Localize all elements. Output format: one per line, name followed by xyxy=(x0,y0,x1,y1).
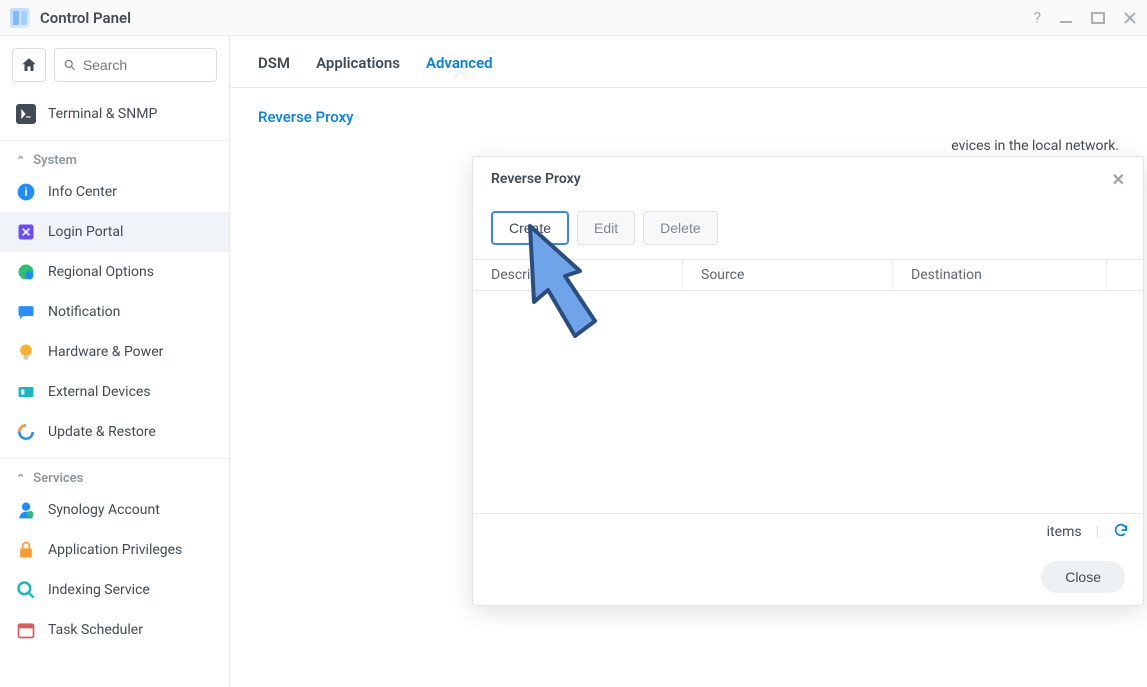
sidebar-item-label: Terminal & SNMP xyxy=(48,106,157,122)
tab-dsm[interactable]: DSM xyxy=(258,54,290,87)
section-description: evices in the local network. xyxy=(258,138,1119,154)
sidebar-item-regional-options[interactable]: Regional Options xyxy=(0,252,229,292)
search-icon xyxy=(63,57,77,73)
sidebar: Terminal & SNMP ⌃ System i Info Center L… xyxy=(0,36,230,687)
titlebar: Control Panel ? xyxy=(0,0,1147,36)
sidebar-item-label: Notification xyxy=(48,304,120,320)
devices-icon xyxy=(16,382,36,402)
reverse-proxy-dialog: Reverse Proxy ✕ Create Edit Delete Descr… xyxy=(472,156,1144,606)
edit-button: Edit xyxy=(577,211,635,245)
chevron-up-icon: ⌃ xyxy=(16,154,25,167)
sidebar-item-label: Login Portal xyxy=(48,224,123,240)
person-icon xyxy=(16,500,36,520)
sidebar-item-label: External Devices xyxy=(48,384,151,400)
tab-applications[interactable]: Applications xyxy=(316,54,400,87)
section-title: Reverse Proxy xyxy=(258,108,1119,126)
lock-icon xyxy=(16,540,36,560)
sidebar-heading-services[interactable]: ⌃ Services xyxy=(0,458,229,490)
sidebar-item-notification[interactable]: Notification xyxy=(0,292,229,332)
dialog-footer: Close xyxy=(473,549,1143,605)
close-icon[interactable] xyxy=(1123,11,1137,25)
sidebar-item-application-privileges[interactable]: Application Privileges xyxy=(0,530,229,570)
tab-advanced[interactable]: Advanced xyxy=(426,54,493,87)
tabs: DSM Applications Advanced xyxy=(230,36,1147,88)
sidebar-item-label: Application Privileges xyxy=(48,542,182,558)
col-extra[interactable] xyxy=(1107,260,1143,290)
sidebar-item-terminal-snmp[interactable]: Terminal & SNMP xyxy=(0,94,229,134)
sidebar-item-update-restore[interactable]: Update & Restore xyxy=(0,412,229,452)
dialog-statusbar: items | xyxy=(473,513,1143,549)
col-description[interactable]: Description xyxy=(473,260,683,290)
minimize-icon[interactable] xyxy=(1059,11,1073,25)
create-button[interactable]: Create xyxy=(491,211,569,245)
sidebar-item-label: Regional Options xyxy=(48,264,154,280)
sidebar-item-synology-account[interactable]: Synology Account xyxy=(0,490,229,530)
search-field[interactable] xyxy=(54,48,217,82)
help-icon[interactable]: ? xyxy=(1033,8,1041,27)
window-title: Control Panel xyxy=(40,9,131,27)
magnifier-icon xyxy=(16,580,36,600)
info-icon: i xyxy=(16,182,36,202)
col-source[interactable]: Source xyxy=(683,260,893,290)
app-icon xyxy=(10,8,30,28)
sidebar-item-login-portal[interactable]: Login Portal xyxy=(0,212,229,252)
sidebar-item-label: Synology Account xyxy=(48,502,160,518)
sidebar-item-info-center[interactable]: i Info Center xyxy=(0,172,229,212)
sidebar-item-label: Indexing Service xyxy=(48,582,150,598)
dialog-close-icon[interactable]: ✕ xyxy=(1112,170,1125,189)
calendar-icon xyxy=(16,620,36,640)
terminal-icon xyxy=(16,104,36,124)
dialog-title: Reverse Proxy xyxy=(491,171,581,187)
refresh-icon xyxy=(1113,522,1129,538)
sidebar-item-label: Info Center xyxy=(48,184,117,200)
sidebar-item-indexing-service[interactable]: Indexing Service xyxy=(0,570,229,610)
home-button[interactable] xyxy=(12,48,46,82)
col-destination[interactable]: Destination xyxy=(893,260,1107,290)
refresh-icon xyxy=(16,422,36,442)
refresh-button[interactable] xyxy=(1113,522,1129,542)
bulb-icon xyxy=(16,342,36,362)
items-count-label: items xyxy=(1047,524,1082,540)
sidebar-item-label: Update & Restore xyxy=(48,424,156,440)
delete-button: Delete xyxy=(643,211,717,245)
globe-icon xyxy=(16,262,36,282)
sidebar-item-label: Hardware & Power xyxy=(48,344,163,360)
close-button[interactable]: Close xyxy=(1041,561,1125,593)
sidebar-item-label: Task Scheduler xyxy=(48,622,143,638)
sidebar-item-hardware-power[interactable]: Hardware & Power xyxy=(0,332,229,372)
content-area: DSM Applications Advanced Reverse Proxy … xyxy=(230,36,1147,687)
dialog-header: Reverse Proxy ✕ xyxy=(473,157,1143,201)
sidebar-item-task-scheduler[interactable]: Task Scheduler xyxy=(0,610,229,650)
maximize-icon[interactable] xyxy=(1091,11,1105,25)
chevron-up-icon: ⌃ xyxy=(16,472,25,485)
table-header: Description Source Destination xyxy=(473,259,1143,291)
search-input[interactable] xyxy=(83,57,208,73)
dialog-toolbar: Create Edit Delete xyxy=(473,201,1143,245)
portal-icon xyxy=(16,222,36,242)
chat-icon xyxy=(16,302,36,322)
sidebar-heading-system[interactable]: ⌃ System xyxy=(0,140,229,172)
sidebar-item-external-devices[interactable]: External Devices xyxy=(0,372,229,412)
home-icon xyxy=(20,56,38,74)
svg-text:i: i xyxy=(24,186,27,199)
table-body xyxy=(473,291,1143,513)
